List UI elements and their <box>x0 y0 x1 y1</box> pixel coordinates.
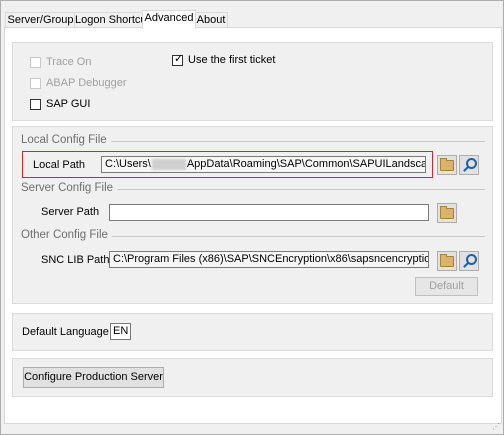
default-language-label: Default Language <box>22 326 109 338</box>
search-icon <box>462 158 477 172</box>
tab-server-group[interactable]: Server/Group <box>5 12 76 28</box>
local-path-browse-button[interactable] <box>437 155 457 175</box>
use-first-ticket-checkbox[interactable]: ✓ Use the first ticket <box>172 52 276 66</box>
local-path-search-button[interactable] <box>459 155 479 175</box>
local-path-suffix: AppData\Roaming\SAP\Common\SAPUILandscap… <box>186 158 426 170</box>
redacted-username <box>151 158 186 170</box>
local-config-title: Local Config File <box>21 134 111 146</box>
checkmark-icon: ✓ <box>174 52 184 65</box>
configure-group: Configure Production Server <box>12 358 493 397</box>
server-path-browse-button[interactable] <box>437 203 457 223</box>
folder-icon <box>440 205 454 219</box>
server-path-label: Server Path <box>41 206 100 218</box>
local-path-label: Local Path <box>33 159 85 171</box>
use-first-ticket-box[interactable]: ✓ <box>172 52 184 66</box>
other-config-title: Other Config File <box>21 229 112 241</box>
default-language-input[interactable]: EN <box>110 323 131 340</box>
use-first-ticket-label: Use the first ticket <box>188 54 276 66</box>
snc-lib-path-field[interactable]: C:\Program Files (x86)\SAP\SNCEncryption… <box>109 251 429 268</box>
search-icon <box>462 254 477 268</box>
snc-lib-search-button[interactable] <box>459 251 479 271</box>
sap-gui-box[interactable] <box>30 98 41 110</box>
folder-icon <box>440 157 454 171</box>
tab-advanced[interactable]: Advanced <box>142 10 196 29</box>
trace-on-box[interactable] <box>30 56 41 68</box>
snc-lib-path-label: SNC LIB Path <box>41 254 110 266</box>
language-group: Default Language EN <box>12 313 493 351</box>
default-button[interactable]: Default <box>415 277 478 296</box>
tab-about[interactable]: About <box>194 12 228 28</box>
config-files-group: Local Config File Local Path C:\Users\ Ap… <box>12 126 493 304</box>
abap-debugger-label: ABAP Debugger <box>46 77 127 89</box>
options-group: Trace On ABAP Debugger SAP GUI ✓ Use the… <box>12 42 493 121</box>
advanced-tab-page: Trace On ABAP Debugger SAP GUI ✓ Use the… <box>4 27 502 424</box>
local-path-prefix: C:\Users\ <box>105 158 151 170</box>
configure-production-server-button[interactable]: Configure Production Server <box>23 367 164 388</box>
folder-icon <box>440 253 454 267</box>
trace-on-checkbox[interactable]: Trace On <box>30 56 91 68</box>
sap-gui-label: SAP GUI <box>46 98 91 110</box>
local-path-field[interactable]: C:\Users\ AppData\Roaming\SAP\Common\SAPU… <box>101 156 426 173</box>
abap-debugger-box[interactable] <box>30 77 41 89</box>
dialog-frame: Server/Group Logon Shortcut Advanced Abo… <box>0 0 504 435</box>
snc-lib-browse-button[interactable] <box>437 251 457 271</box>
trace-on-label: Trace On <box>46 56 92 68</box>
abap-debugger-checkbox[interactable]: ABAP Debugger <box>30 77 127 89</box>
server-path-input[interactable] <box>109 204 429 221</box>
sap-gui-checkbox[interactable]: SAP GUI <box>30 98 90 110</box>
tab-logon-shortcut[interactable]: Logon Shortcut <box>74 12 150 28</box>
server-config-title: Server Config File <box>21 182 118 194</box>
resize-grip-icon[interactable]: ⋰ <box>492 423 500 431</box>
